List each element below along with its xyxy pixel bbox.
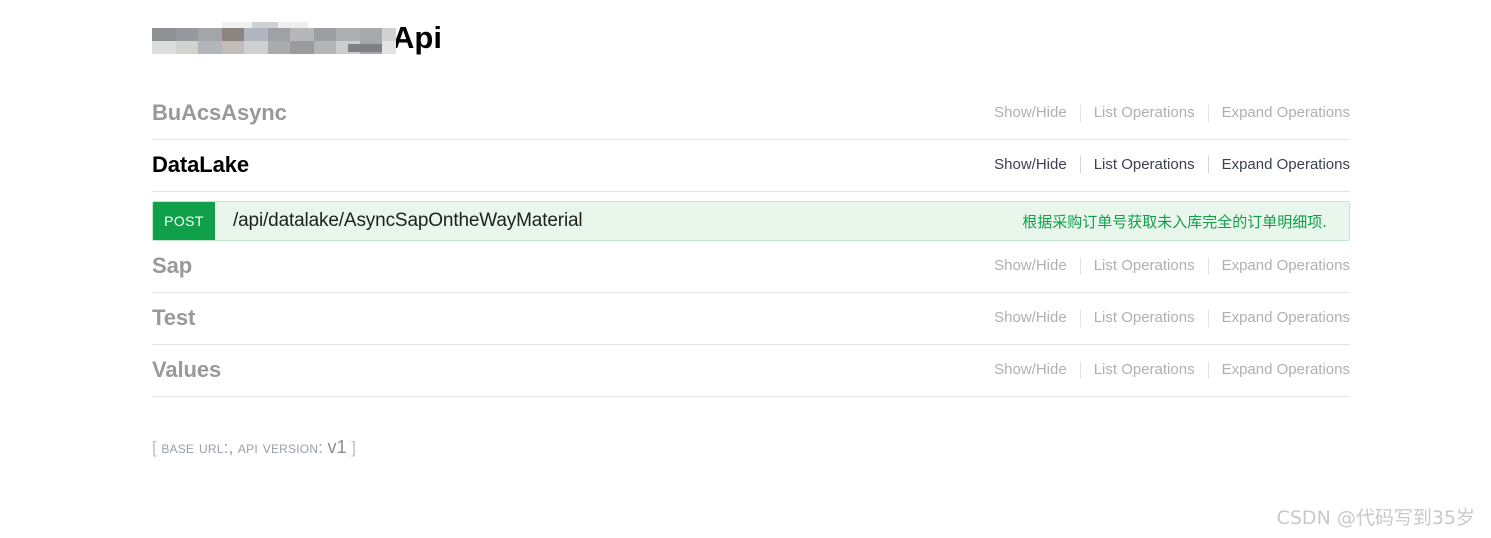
expand-operations-link-buacsasync[interactable]: Expand Operations (1209, 104, 1350, 122)
api-section-values: Values Show/Hide List Operations Expand Ope… (152, 345, 1350, 397)
footer-open-bracket: [ (152, 438, 157, 457)
section-title-test[interactable]: Test (152, 305, 195, 331)
api-section-test: Test Show/Hide List Operations Expand Opera… (152, 293, 1350, 345)
show-hide-link-datalake[interactable]: Show/Hide (981, 156, 1080, 174)
swagger-page: Api BuAcsAsync Show/Hide List Operations Ex… (152, 0, 1350, 458)
operation-path[interactable]: /api/datalake/AsyncSapOntheWayMaterial (233, 210, 583, 232)
page-title-suffix: Api (392, 20, 442, 55)
show-hide-link-sap[interactable]: Show/Hide (981, 257, 1080, 275)
footer-close-bracket: ] (351, 438, 357, 457)
api-version-value: v1 (327, 437, 347, 457)
section-options-datalake: Show/Hide List Operations Expand Operation… (981, 156, 1350, 174)
list-operations-link-test[interactable]: List Operations (1081, 309, 1208, 327)
api-section-buacsasync: BuAcsAsync Show/Hide List Operations Expand… (152, 88, 1350, 140)
section-title-buacsasync[interactable]: BuAcsAsync (152, 100, 287, 126)
section-header-sap[interactable]: Sap Show/Hide List Operations Expand Operat… (152, 241, 1350, 293)
footer-info: [ BASE URL:, API VERSION: v1 ] (152, 437, 1350, 458)
api-section-list: BuAcsAsync Show/Hide List Operations Expand… (152, 88, 1350, 397)
footer-comma: , (228, 438, 234, 457)
show-hide-link-values[interactable]: Show/Hide (981, 361, 1080, 379)
section-options-buacsasync: Show/Hide List Operations Expand Operation… (981, 104, 1350, 122)
api-version-label: API VERSION: (237, 438, 324, 457)
page-title: Api (152, 18, 442, 58)
redacted-title-mosaic (152, 22, 396, 54)
operation-method-badge: POST (153, 202, 215, 240)
section-title-values[interactable]: Values (152, 357, 221, 383)
list-operations-link-datalake[interactable]: List Operations (1081, 156, 1208, 174)
operation-list-datalake: POST/api/datalake/AsyncSapOntheWayMateri… (152, 201, 1350, 241)
expand-operations-link-datalake[interactable]: Expand Operations (1209, 156, 1350, 174)
expand-operations-link-sap[interactable]: Expand Operations (1209, 257, 1350, 275)
list-operations-link-buacsasync[interactable]: List Operations (1081, 104, 1208, 122)
section-title-sap[interactable]: Sap (152, 253, 192, 279)
section-options-sap: Show/Hide List Operations Expand Operation… (981, 257, 1350, 275)
operation-description: 根据采购订单号获取未入库完全的订单明细项. (1022, 212, 1327, 231)
section-title-datalake[interactable]: DataLake (152, 152, 249, 178)
watermark: CSDN @代码写到35岁 (1276, 507, 1475, 529)
section-header-values[interactable]: Values Show/Hide List Operations Expand Ope… (152, 345, 1350, 397)
expand-operations-link-test[interactable]: Expand Operations (1209, 309, 1350, 327)
section-options-values: Show/Hide List Operations Expand Operation… (981, 361, 1350, 379)
section-header-buacsasync[interactable]: BuAcsAsync Show/Hide List Operations Expand… (152, 88, 1350, 140)
operation-row[interactable]: POST/api/datalake/AsyncSapOntheWayMateri… (152, 201, 1350, 241)
list-operations-link-values[interactable]: List Operations (1081, 361, 1208, 379)
section-header-test[interactable]: Test Show/Hide List Operations Expand Opera… (152, 293, 1350, 345)
api-section-datalake: DataLake Show/Hide List Operations Expand O… (152, 140, 1350, 241)
list-operations-link-sap[interactable]: List Operations (1081, 257, 1208, 275)
api-section-sap: Sap Show/Hide List Operations Expand Operat… (152, 241, 1350, 293)
section-header-datalake[interactable]: DataLake Show/Hide List Operations Expand O… (152, 140, 1350, 192)
expand-operations-link-values[interactable]: Expand Operations (1209, 361, 1350, 379)
show-hide-link-buacsasync[interactable]: Show/Hide (981, 104, 1080, 122)
show-hide-link-test[interactable]: Show/Hide (981, 309, 1080, 327)
page-header: Api (152, 0, 1350, 88)
section-options-test: Show/Hide List Operations Expand Operation… (981, 309, 1350, 327)
base-url-label: BASE URL: (161, 438, 229, 457)
